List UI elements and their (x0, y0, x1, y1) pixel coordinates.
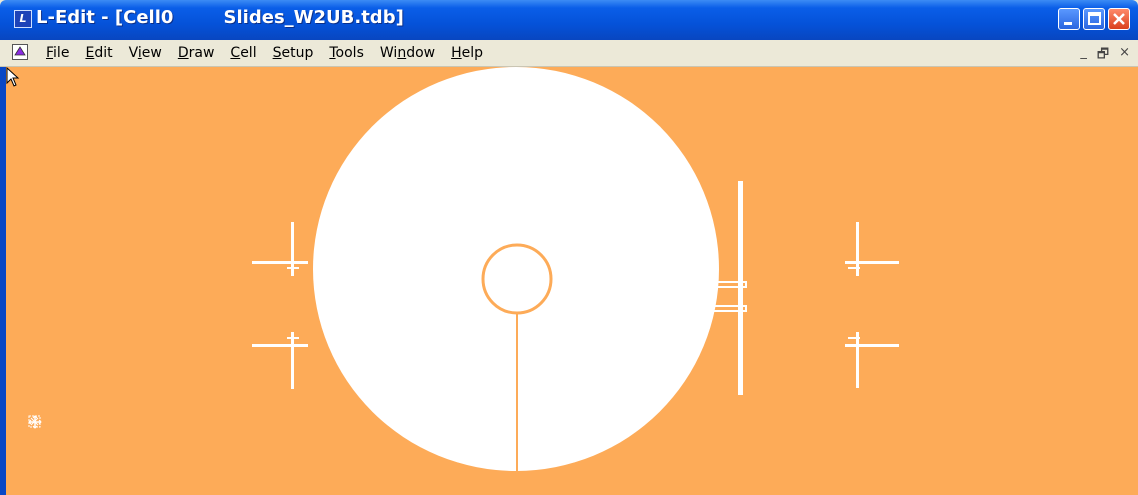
mini-tools (28, 415, 86, 429)
close-icon (1113, 13, 1125, 25)
document-icon[interactable] (12, 44, 28, 60)
menu-item-setup[interactable]: Setup (265, 44, 322, 62)
menu-items: File Edit View Draw Cell Setup Tools Window Help (38, 44, 491, 62)
menu-item-view[interactable]: View (121, 44, 170, 62)
menu-item-tools[interactable]: Tools (321, 44, 372, 62)
alignment-mark-right-top[interactable] (845, 222, 899, 276)
alignment-mark-right-bottom[interactable] (845, 332, 899, 388)
alignment-mark-left-top[interactable] (252, 222, 308, 276)
menu-item-window[interactable]: Window (372, 44, 443, 62)
mdi-minimize-button[interactable]: _ (1080, 45, 1087, 67)
alignment-mark-left-bottom[interactable] (252, 332, 308, 389)
mdi-close-button[interactable]: × (1119, 45, 1130, 67)
close-button[interactable] (1108, 8, 1130, 30)
mouse-pointer-icon (6, 67, 20, 87)
mdi-controls: _ 🗗 × (1080, 45, 1130, 67)
menu-item-help[interactable]: Help (443, 44, 491, 62)
menu-item-draw[interactable]: Draw (170, 44, 223, 62)
menu-item-edit[interactable]: Edit (77, 44, 120, 62)
mdi-restore-button[interactable]: 🗗 (1097, 45, 1109, 67)
window-title: L-Edit - [Cell0 Slides_W2UB.tdb] (36, 7, 404, 28)
menu-item-cell[interactable]: Cell (222, 44, 264, 62)
pan-move-icon[interactable] (28, 415, 64, 429)
ledit-app-icon[interactable]: L (14, 10, 32, 28)
layout-canvas[interactable] (6, 67, 1138, 495)
maximize-button[interactable] (1083, 8, 1105, 30)
menu-bar: File Edit View Draw Cell Setup Tools Window Help… (0, 40, 1138, 67)
layout-drawing[interactable] (6, 67, 1138, 495)
title-bar[interactable]: L L-Edit - [Cell0 Slides_W2UB.tdb] (0, 0, 1138, 40)
slide-bar[interactable] (705, 181, 747, 395)
ledit-window: L L-Edit - [Cell0 Slides_W2UB.tdb] File E… (0, 0, 1138, 495)
maximize-icon (1088, 12, 1101, 25)
minimize-button[interactable] (1058, 8, 1080, 30)
zoom-fit-icon[interactable] (28, 415, 86, 429)
minimize-icon (1064, 22, 1072, 25)
menu-item-file[interactable]: File (38, 44, 77, 62)
